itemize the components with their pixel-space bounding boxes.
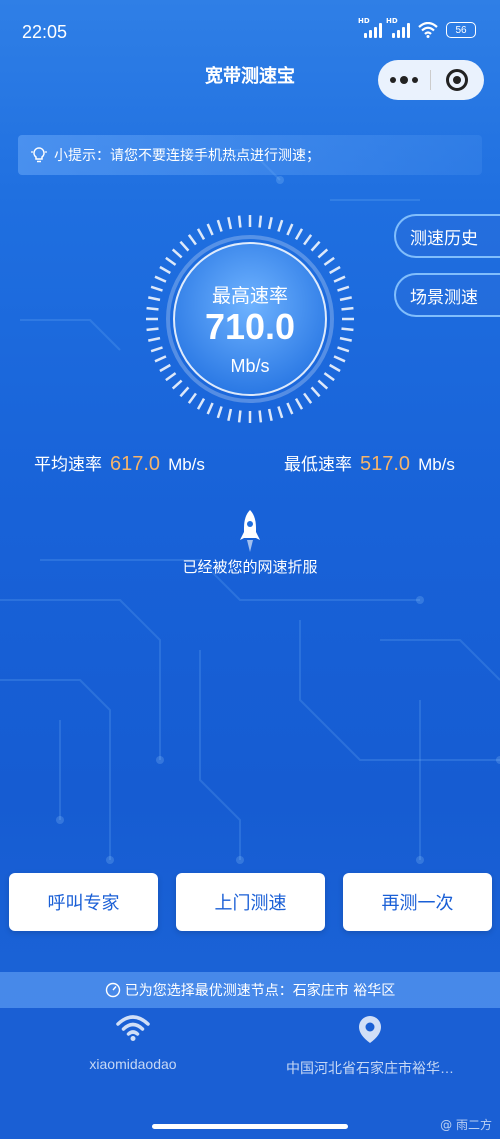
wifi-icon xyxy=(116,1015,150,1041)
rocket-icon xyxy=(240,510,260,552)
min-speed-label: 最低速率 xyxy=(284,455,352,475)
gauge-tick xyxy=(206,223,214,236)
more-options-button[interactable] xyxy=(378,60,430,100)
home-indicator[interactable] xyxy=(152,1124,348,1129)
gauge-tick xyxy=(267,408,273,421)
gauge-tick xyxy=(303,392,313,404)
mini-program-capsule xyxy=(378,60,484,100)
battery-indicator: 56 xyxy=(446,22,476,38)
gauge-tick xyxy=(237,410,242,423)
test-node-bar: 已为您选择最优测速节点：石家庄市 裕华区 xyxy=(0,972,500,1008)
gauge-tick xyxy=(179,386,190,398)
avg-speed-unit: Mb/s xyxy=(168,455,205,474)
gauge-tick xyxy=(196,228,206,240)
gauge-tick xyxy=(323,256,335,266)
max-speed-label: 最高速率 xyxy=(211,285,288,307)
lightbulb-icon xyxy=(31,147,47,163)
gauge-tick xyxy=(159,265,171,275)
min-speed-value: 517.0 xyxy=(360,453,411,475)
gauge-tick xyxy=(294,398,304,410)
more-dot-icon xyxy=(412,77,418,83)
test-node-text: 已为您选择最优测速节点：石家庄市 裕华区 xyxy=(124,983,396,999)
tip-banner: 小提示： 请您不要连接手机热点进行测速； xyxy=(18,135,482,175)
avg-speed: 平均速率 617.0 Mb/s xyxy=(34,450,205,476)
gauge-tick xyxy=(286,223,294,236)
wifi-name: xiaomidaodao xyxy=(89,1056,177,1072)
gauge-tick xyxy=(227,408,233,421)
target-icon xyxy=(446,69,468,91)
onsite-test-button[interactable]: 上门测速 xyxy=(176,873,325,931)
gauge-tick xyxy=(216,219,223,232)
gauge-tick xyxy=(294,228,304,240)
location-info[interactable]: 中国河北省石家庄市裕华… xyxy=(245,1014,495,1078)
max-speed-unit: Mb/s xyxy=(230,356,270,376)
status-time: 22:05 xyxy=(22,22,68,42)
gauge-tick xyxy=(329,265,341,275)
status-icons: HD HD 56 xyxy=(358,17,476,38)
gauge-tick xyxy=(277,219,284,232)
gauge-tick xyxy=(179,240,190,252)
avg-speed-label: 平均速率 xyxy=(34,455,102,475)
gauge-tick xyxy=(187,392,197,404)
gauge-tick xyxy=(267,217,273,230)
location-pin-icon xyxy=(359,1016,381,1043)
gauge-tick xyxy=(286,402,294,415)
gauge-tick xyxy=(277,406,284,419)
avg-speed-value: 617.0 xyxy=(110,453,161,475)
more-dot-icon xyxy=(400,76,408,84)
gauge-tick xyxy=(227,217,233,230)
location-text: 中国河北省石家庄市裕华… xyxy=(286,1060,454,1076)
result-message: 已经被您的网速折服 xyxy=(182,558,318,576)
max-speed-value: 710.0 xyxy=(204,306,296,347)
hd-label-2: HD xyxy=(386,17,398,25)
gauge-tick xyxy=(317,248,329,259)
speedometer-icon xyxy=(105,982,120,998)
gauge-tick xyxy=(206,402,214,415)
tip-label: 小提示： xyxy=(54,148,110,164)
retest-button[interactable]: 再测一次 xyxy=(343,873,492,931)
signal-icon-2: HD xyxy=(386,17,410,38)
gauge-tick xyxy=(310,240,321,252)
hd-label: HD xyxy=(358,17,370,25)
gauge-tick xyxy=(171,379,183,390)
speed-history-button[interactable]: 测速历史 xyxy=(394,214,500,258)
min-speed: 最低速率 517.0 Mb/s xyxy=(284,450,455,476)
gauge-tick xyxy=(310,386,321,398)
gauge-tick xyxy=(187,234,197,246)
tip-text: 请您不要连接手机热点进行测速； xyxy=(110,148,320,164)
gauge-tick xyxy=(258,410,263,423)
gauge-tick xyxy=(196,398,206,410)
wifi-info[interactable]: xiaomidaodao xyxy=(8,1014,258,1072)
min-speed-unit: Mb/s xyxy=(418,455,455,474)
watermark: @ 雨二方 xyxy=(440,1118,492,1132)
close-program-button[interactable] xyxy=(431,60,483,100)
gauge-tick xyxy=(165,256,177,266)
gauge-tick xyxy=(303,234,313,246)
more-dot-icon xyxy=(390,77,396,83)
status-bar: 22:05 HD HD 56 xyxy=(0,0,500,62)
gauge-tick xyxy=(216,406,223,419)
wifi-status-icon xyxy=(418,22,438,38)
signal-icon: HD xyxy=(358,17,382,38)
gauge-tick xyxy=(317,379,329,390)
gauge-tick xyxy=(171,248,183,259)
call-expert-button[interactable]: 呼叫专家 xyxy=(9,873,158,931)
gauge-tick xyxy=(258,215,263,228)
gauge-tick xyxy=(237,215,242,228)
